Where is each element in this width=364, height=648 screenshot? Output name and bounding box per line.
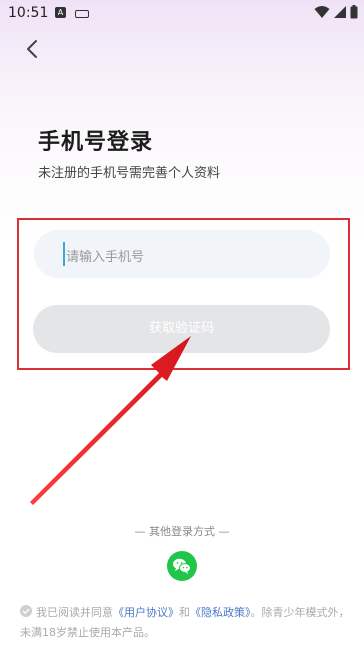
- other-login-label: — 其他登录方式 —: [134, 525, 230, 538]
- agreement-checkbox[interactable]: [20, 605, 32, 617]
- wechat-login-button[interactable]: [167, 551, 197, 581]
- chevron-left-icon: [27, 40, 37, 58]
- battery-icon: [350, 5, 358, 19]
- annotation-highlight-box: [17, 218, 350, 370]
- user-agreement-link[interactable]: 《用户协议》: [113, 606, 179, 619]
- status-time: 10:51: [8, 5, 49, 21]
- privacy-policy-link[interactable]: 《隐私政策》: [190, 606, 251, 619]
- status-bar: 10:51 A: [0, 0, 364, 26]
- check-icon: [22, 608, 30, 615]
- status-icons: [314, 5, 358, 19]
- keyboard-icon: [75, 10, 89, 18]
- notification-a-icon: A: [55, 7, 66, 18]
- signal-icon: [334, 6, 346, 18]
- agreement-text: 我已阅读并同意《用户协议》和《隐私政策》。除青少年模式外，未满18岁禁止使用本产…: [20, 603, 360, 643]
- page-subtitle: 未注册的手机号需完善个人资料: [38, 166, 221, 181]
- agreement-prefix: 我已阅读并同意: [36, 606, 113, 619]
- back-button[interactable]: [20, 36, 46, 62]
- agreement-and: 和: [179, 606, 190, 619]
- page-title: 手机号登录: [38, 130, 154, 155]
- wechat-icon: [173, 558, 191, 574]
- wifi-icon: [314, 6, 330, 18]
